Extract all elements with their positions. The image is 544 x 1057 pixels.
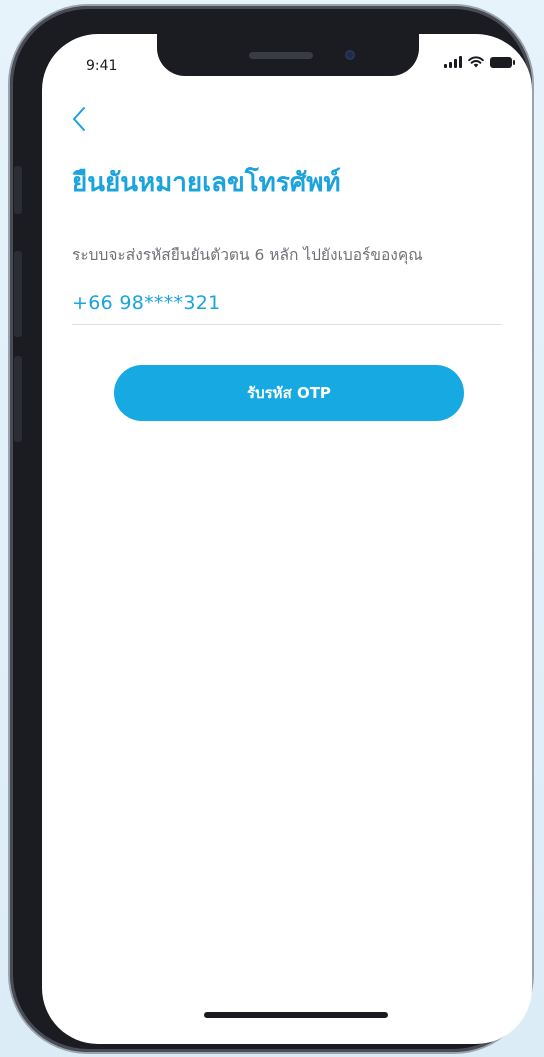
- status-icons: [444, 56, 515, 68]
- request-otp-button[interactable]: รับรหัส OTP: [114, 365, 464, 421]
- front-camera: [345, 50, 355, 60]
- chevron-left-icon: [73, 107, 85, 131]
- cellular-signal-icon: [444, 56, 462, 68]
- speaker-grille: [249, 52, 313, 59]
- battery-icon: [490, 56, 515, 68]
- request-otp-label: รับรหัส OTP: [247, 384, 331, 402]
- phone-number-field[interactable]: +66 98****321: [72, 286, 502, 325]
- page-title: ยืนยันหมายเลขโทรศัพท์: [72, 168, 341, 198]
- back-button[interactable]: [64, 102, 94, 136]
- phone-frame: 9:41 ยืนยันหมายเลขโทรศัพท์ ระบบจะส่งรหัส…: [10, 6, 532, 1052]
- phone-number-value: +66 98****321: [72, 292, 221, 314]
- wifi-icon: [468, 56, 484, 68]
- notch: [157, 34, 419, 76]
- volume-down-button: [14, 356, 22, 442]
- instruction-text: ระบบจะส่งรหัสยืนยันตัวตน 6 หลัก ไปยังเบอ…: [72, 246, 423, 264]
- page-background: 9:41 ยืนยันหมายเลขโทรศัพท์ ระบบจะส่งรหัส…: [0, 0, 544, 1057]
- status-time: 9:41: [86, 58, 118, 74]
- home-indicator[interactable]: [204, 1012, 388, 1018]
- phone-screen: 9:41 ยืนยันหมายเลขโทรศัพท์ ระบบจะส่งรหัส…: [42, 34, 532, 1044]
- mute-switch: [14, 166, 22, 214]
- volume-up-button: [14, 251, 22, 337]
